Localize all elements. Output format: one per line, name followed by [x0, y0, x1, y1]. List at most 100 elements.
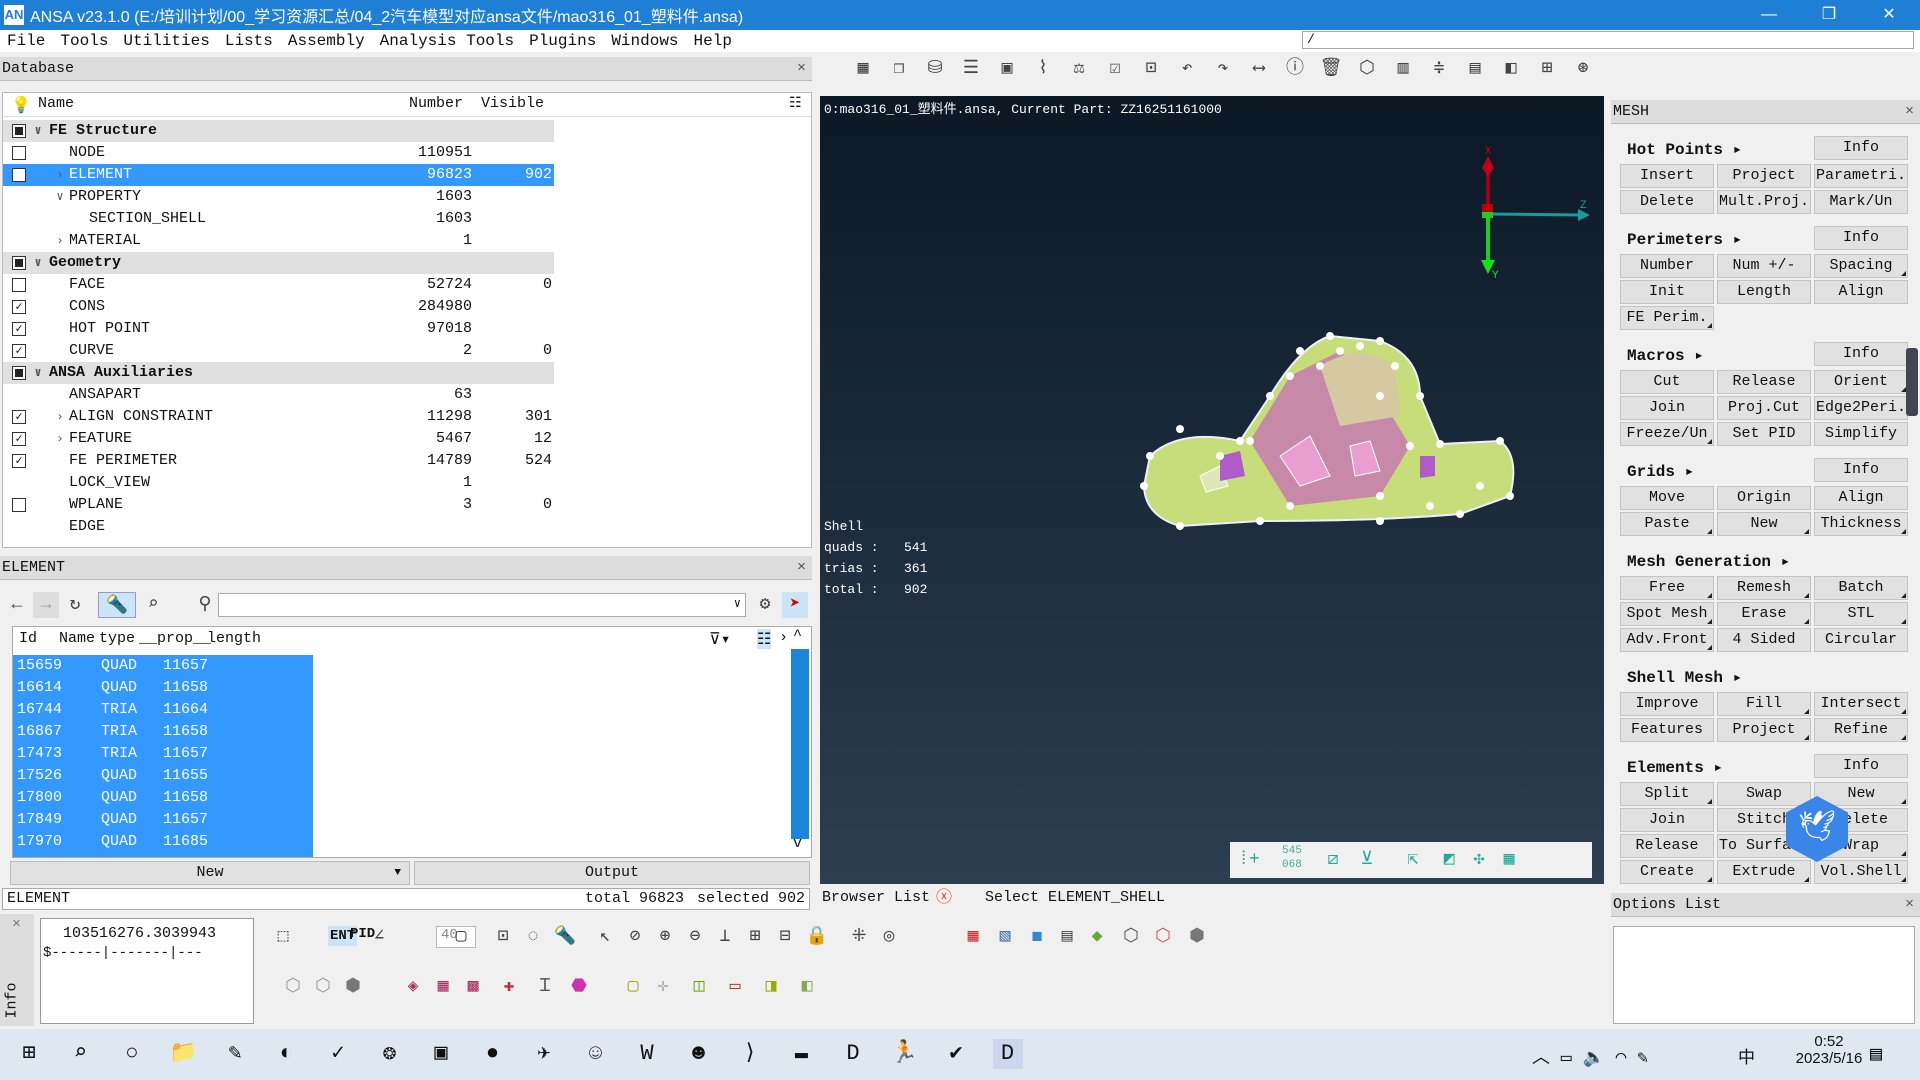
mesh-button-init[interactable]: Init	[1620, 280, 1714, 304]
minus-icon[interactable]: ⊖	[682, 924, 708, 950]
vertical-scrollbar[interactable]	[791, 649, 809, 839]
search-icon[interactable]: ⌕	[66, 1039, 96, 1069]
checklist-icon[interactable]: ☑	[1102, 56, 1128, 82]
mesh-button-proj-cut[interactable]: Proj.Cut	[1717, 396, 1811, 420]
mesh-button-create[interactable]: Create	[1620, 860, 1714, 884]
mesh-button-paste[interactable]: Paste	[1620, 512, 1714, 536]
close-circle-icon[interactable]: ⓧ	[936, 886, 952, 910]
box-icon[interactable]: ◩	[1436, 847, 1462, 873]
mesh-button-circular[interactable]: Circular	[1814, 628, 1908, 652]
grid-color-icon[interactable]: ▤	[1054, 924, 1080, 950]
element-filter-input[interactable]: ∨	[218, 593, 746, 617]
side-dock-handle[interactable]	[1906, 348, 1918, 416]
mesh-button-refine[interactable]: Refine	[1814, 718, 1908, 742]
model-browser-icon[interactable]: ▦	[850, 56, 876, 82]
layout-grid-icon[interactable]: ⊞	[1534, 56, 1560, 82]
mesh-button-cut[interactable]: Cut	[1620, 370, 1714, 394]
mesh-button-mark-un[interactable]: Mark/Un	[1814, 190, 1908, 214]
measure-icon[interactable]: ⟷	[1246, 56, 1272, 82]
tree-row[interactable]: LOCK_VIEW 1	[3, 472, 554, 494]
mesh-button-swap[interactable]: Swap	[1717, 782, 1811, 806]
mesh-button-orient[interactable]: Orient	[1814, 370, 1908, 394]
mesh-button-project[interactable]: Project	[1717, 164, 1811, 188]
tree-row[interactable]: ∨ FE Structure	[3, 120, 554, 142]
feishu-icon[interactable]: ✈	[529, 1039, 559, 1069]
chevron-down-icon[interactable]: ∨	[32, 120, 44, 142]
hidden-cube-icon[interactable]: ⬡	[310, 974, 336, 1000]
mesh-button-adv-front[interactable]: Adv.Front	[1620, 628, 1714, 652]
close-database-icon[interactable]: ×	[797, 57, 806, 81]
angle-icon[interactable]: ∠	[366, 924, 392, 950]
ansa-active-icon[interactable]: D	[992, 1039, 1023, 1069]
chevron-right-icon[interactable]: ›	[54, 428, 66, 450]
hexagon-icon[interactable]: ⬡	[1354, 56, 1380, 82]
mesh-button-join[interactable]: Join	[1620, 808, 1714, 832]
checkbox[interactable]	[12, 366, 26, 380]
mesh-button-insert[interactable]: Insert	[1620, 164, 1714, 188]
chevron-down-icon[interactable]: ∨	[54, 186, 66, 208]
grid-icon[interactable]: ⊞	[742, 924, 768, 950]
record-icon[interactable]: ●	[478, 1039, 508, 1069]
column-number[interactable]: Number	[409, 95, 463, 112]
mesh-button-remesh[interactable]: Remesh	[1717, 576, 1811, 600]
mesh-button-features[interactable]: Features	[1620, 718, 1714, 742]
chevron-down-icon[interactable]: ∨	[32, 252, 44, 274]
mesh-button-align[interactable]: Align	[1814, 280, 1908, 304]
menu-assembly[interactable]: Assembly	[281, 32, 373, 50]
mesh-button-intersect[interactable]: Intersect	[1814, 692, 1908, 716]
checkbox[interactable]: ✓	[12, 322, 26, 336]
windows-start-icon[interactable]: ⊞	[14, 1039, 44, 1069]
checkbox[interactable]	[12, 498, 26, 512]
properties-icon[interactable]: ☰	[958, 56, 984, 82]
column-Id[interactable]: Id	[19, 630, 37, 647]
lasso-icon[interactable]: ◌	[520, 924, 546, 950]
checkbox[interactable]	[12, 256, 26, 270]
id-labels-toggle[interactable]: 545 068	[1282, 844, 1302, 872]
beam-icon[interactable]: Ɪ	[532, 974, 558, 1000]
pid-icon[interactable]: ▦	[960, 924, 986, 950]
terminal-icon[interactable]: ▬	[787, 1039, 817, 1069]
3d-viewport[interactable]: 0:mao316_01_塑料件.ansa, Current Part: ZZ16…	[820, 96, 1604, 884]
forward-icon[interactable]: →	[33, 592, 59, 618]
new-list-dropdown[interactable]: New ▼	[10, 861, 410, 885]
chevron-down-icon[interactable]: ∨	[734, 596, 741, 611]
solid-mesh-icon[interactable]: ▩	[460, 974, 486, 1000]
info-button[interactable]: Info	[1814, 136, 1908, 160]
section-header-shell-mesh[interactable]: Shell Mesh ▸	[1627, 667, 1742, 687]
zoom-icon[interactable]: ⌕	[140, 592, 166, 618]
scroll-up-icon[interactable]: ^	[793, 627, 802, 644]
command-search-input[interactable]: /	[1302, 31, 1914, 49]
section-header-macros[interactable]: Macros ▸	[1627, 345, 1704, 365]
balance-icon[interactable]: ⚖	[1066, 56, 1092, 82]
mesh-button-free[interactable]: Free	[1620, 576, 1714, 600]
mesh-button-erase[interactable]: Erase	[1717, 602, 1811, 626]
info-button[interactable]: Info	[1814, 458, 1908, 482]
norton-icon[interactable]: ✔	[941, 1039, 971, 1069]
remote-desktop-icon[interactable]: ▣	[426, 1039, 456, 1069]
lightbulb-icon[interactable]: 💡	[11, 95, 31, 115]
menu-tools[interactable]: Tools	[53, 32, 116, 50]
select-area-icon[interactable]: ⊡	[490, 924, 516, 950]
tree-row[interactable]: ✓ › ALIGN CONSTRAINT 11298 301	[3, 406, 554, 428]
section-header-elements[interactable]: Elements ▸	[1627, 757, 1723, 777]
section-header-hot-points[interactable]: Hot Points ▸	[1627, 139, 1742, 159]
table-row[interactable]: 17849 QUAD 11657	[13, 809, 313, 831]
lock-icon[interactable]: 🔒	[804, 924, 830, 950]
shaded-cube-icon[interactable]: ⬢	[340, 974, 366, 1000]
mesh-button-edge2peri-[interactable]: Edge2Peri.	[1814, 396, 1908, 420]
mesh-button-batch[interactable]: Batch	[1814, 576, 1908, 600]
filter-icon[interactable]: ⊽▾	[709, 629, 730, 649]
app-blue-icon[interactable]: ❂	[375, 1039, 405, 1069]
tree-row[interactable]: ✓ FE PERIMETER 14789 524	[3, 450, 554, 472]
redo-icon[interactable]: ↷	[1210, 56, 1236, 82]
columns-menu-icon[interactable]: ☷	[789, 95, 802, 112]
tree-row[interactable]: ANSAPART 63	[3, 384, 554, 406]
close-element-panel-icon[interactable]: ×	[797, 556, 806, 580]
table-row[interactable]: 17970 QUAD 11685	[13, 831, 313, 853]
find-icon[interactable]: ⚲	[192, 592, 218, 618]
split-icon[interactable]: ⊥	[712, 924, 738, 950]
face-yellow-icon[interactable]: ▢	[620, 974, 646, 1000]
tree-row[interactable]: ∨ Geometry	[3, 252, 554, 274]
browser-list-label[interactable]: Browser List	[822, 886, 930, 910]
column-length[interactable]: length	[207, 630, 261, 647]
